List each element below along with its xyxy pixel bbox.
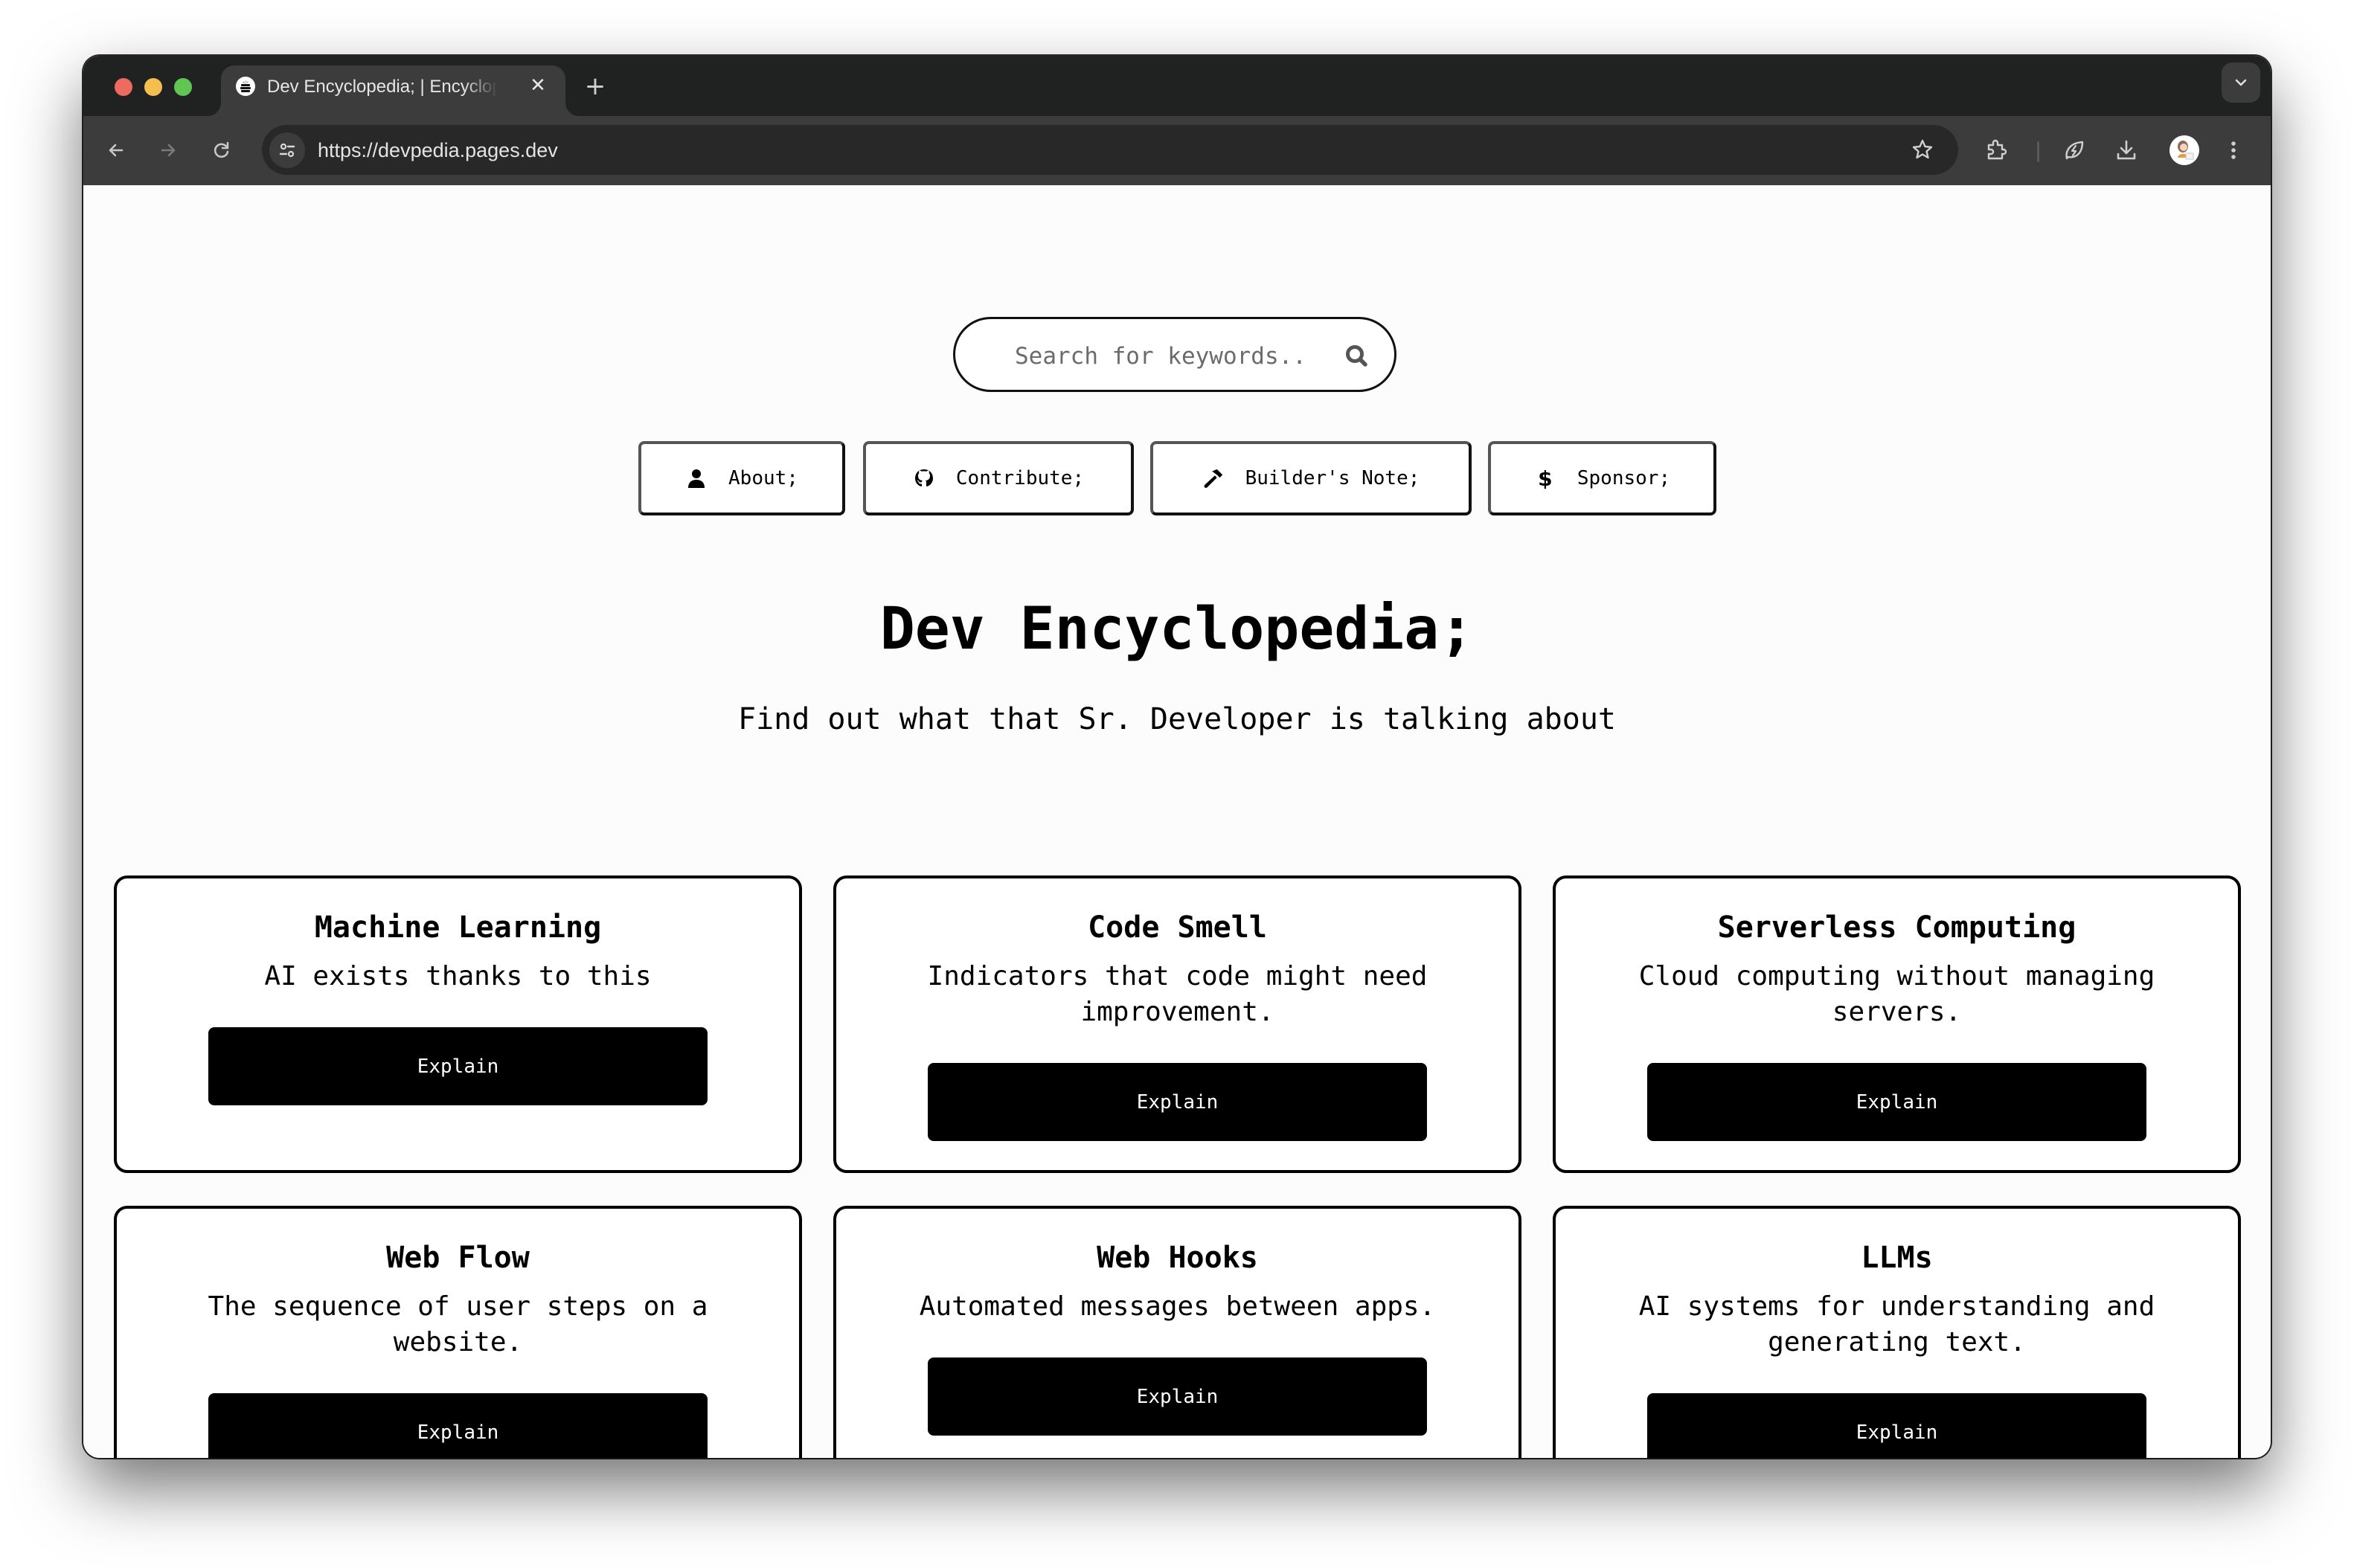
builders-note-button[interactable]: Builder's Note; (1150, 441, 1472, 515)
reload-icon[interactable] (205, 134, 238, 167)
term-title: Web Flow (386, 1241, 530, 1275)
about-label: About; (728, 467, 798, 489)
term-title: Serverless Computing (1717, 910, 2076, 945)
plus-icon[interactable]: + (582, 74, 609, 100)
page-subtitle: Find out what that Sr. Developer is talk… (737, 702, 1617, 736)
term-card: Machine Learning AI exists thanks to thi… (114, 875, 802, 1173)
toolbar-divider (2037, 141, 2039, 162)
explain-button[interactable]: Explain (208, 1393, 708, 1458)
tune-icon[interactable] (269, 132, 305, 168)
dollar-icon: $ (1538, 466, 1553, 491)
search-bar[interactable] (953, 317, 1396, 392)
term-card: LLMs AI systems for understanding and ge… (1553, 1206, 2241, 1458)
explain-button[interactable]: Explain (1647, 1393, 2146, 1458)
term-title: Code Smell (1088, 910, 1267, 945)
page-title: Dev Encyclopedia; (879, 596, 1475, 663)
term-description: Indicators that code might need improvem… (927, 961, 1428, 1027)
tab-strip: </> Dev Encyclopedia; | Encyclopedia ✕ + (83, 56, 2271, 116)
builders-note-label: Builder's Note; (1245, 467, 1420, 489)
hammer-icon (1202, 467, 1225, 489)
explain-button[interactable]: Explain (928, 1357, 1427, 1436)
browser-tab-active[interactable]: </> Dev Encyclopedia; | Encyclopedia ✕ (221, 65, 565, 116)
term-description: Cloud computing without managing servers… (1638, 961, 2155, 1027)
term-description: AI systems for understanding and generat… (1638, 1291, 2155, 1357)
sponsor-label: Sponsor; (1577, 467, 1671, 489)
explain-button[interactable]: Explain (208, 1027, 708, 1105)
explain-button[interactable]: Explain (1647, 1063, 2146, 1141)
explain-button[interactable]: Explain (928, 1063, 1427, 1141)
term-card: Serverless Computing Cloud computing wit… (1553, 875, 2241, 1173)
term-description: Automated messages between apps. (919, 1291, 1436, 1322)
user-icon (685, 467, 708, 489)
extensions-puzzle-icon[interactable] (1979, 134, 2012, 167)
forward-arrow-icon[interactable] (152, 134, 185, 167)
term-description: AI exists thanks to this (264, 961, 652, 992)
term-card: Web Flow The sequence of user steps on a… (114, 1206, 802, 1458)
more-vertical-icon[interactable] (2217, 134, 2250, 167)
term-card: Code Smell Indicators that code might ne… (833, 875, 1521, 1173)
chevron-down-icon[interactable] (2222, 62, 2260, 103)
browser-window: </> Dev Encyclopedia; | Encyclopedia ✕ + (83, 56, 2271, 1458)
search-icon[interactable] (1342, 341, 1372, 371)
github-icon (913, 467, 935, 489)
term-title: LLMs (1861, 1241, 1933, 1275)
maximize-window-button[interactable] (174, 78, 192, 96)
minimize-window-button[interactable] (144, 78, 162, 96)
star-icon[interactable] (1908, 135, 1937, 164)
close-icon[interactable]: ✕ (527, 74, 549, 97)
term-title: Web Hooks (1097, 1241, 1258, 1275)
sponsor-button[interactable]: $ Sponsor; (1488, 441, 1716, 515)
url-text[interactable]: https://devpedia.pages.dev (318, 135, 558, 165)
term-card: Web Hooks Automated messages between app… (833, 1206, 1521, 1458)
profile-avatar[interactable] (2169, 135, 2199, 165)
energy-leaf-icon[interactable] (2058, 134, 2091, 167)
page-content: About; Contribute; Builder's Note; $ Spo… (83, 185, 2271, 1458)
browser-toolbar: https://devpedia.pages.dev (83, 116, 2271, 185)
back-arrow-icon[interactable] (100, 134, 132, 167)
svg-text:</>: </> (243, 80, 248, 84)
term-title: Machine Learning (314, 910, 602, 945)
close-window-button[interactable] (115, 78, 132, 96)
search-input[interactable] (1015, 340, 1327, 373)
term-description: The sequence of user steps on a website. (208, 1291, 708, 1357)
download-icon[interactable] (2110, 134, 2143, 167)
book-stack-code-icon: </> (236, 77, 255, 96)
contribute-button[interactable]: Contribute; (863, 441, 1134, 515)
contribute-label: Contribute; (955, 467, 1085, 489)
tab-title: Dev Encyclopedia; | Encyclopedia (267, 77, 498, 97)
about-button[interactable]: About; (638, 441, 845, 515)
address-bar[interactable]: https://devpedia.pages.dev (262, 125, 1958, 175)
